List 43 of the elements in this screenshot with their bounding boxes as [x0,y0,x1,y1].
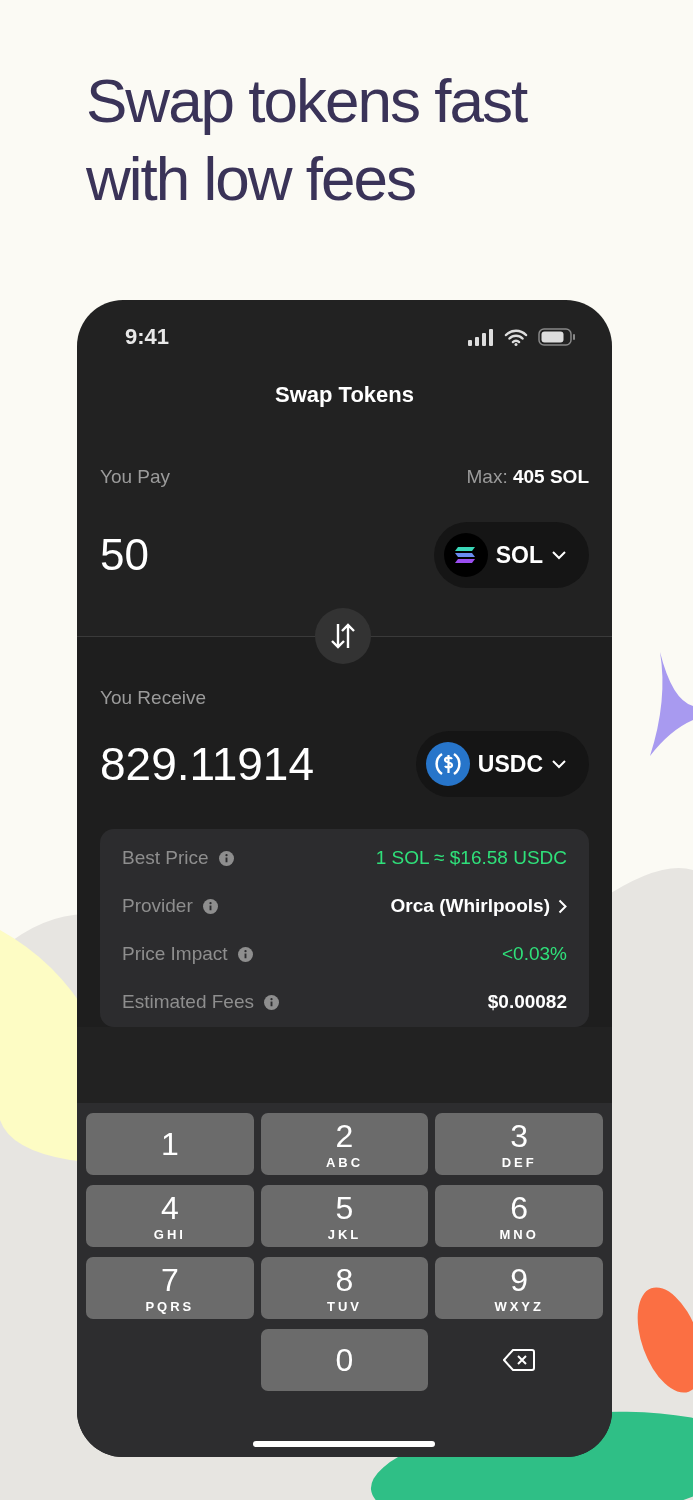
backspace-icon [503,1349,536,1371]
chevron-right-icon [558,898,567,914]
keypad-key[interactable]: 1 [86,1113,254,1175]
info-icon[interactable] [218,850,234,866]
detail-label: Price Impact [122,943,228,965]
detail-label: Provider [122,895,193,917]
battery-icon [538,328,576,346]
pay-label: You Pay [100,466,171,488]
detail-value: $0.00082 [487,991,567,1013]
keypad-key[interactable]: 0 [260,1329,429,1391]
token-logo-icon [425,742,470,786]
provider-link[interactable]: Orca (Whirlpools) [390,895,567,917]
receive-amount: 829.11914 [100,737,315,791]
wifi-icon [504,328,528,346]
keypad-key[interactable]: 5 JKL [260,1185,429,1247]
chevron-down-icon [551,759,567,769]
receive-label: You Receive [100,687,206,709]
headline: Swap tokens fast with low fees [86,65,527,215]
detail-value: <0.03% [502,943,567,965]
max-balance: Max: 405 SOL [466,466,589,488]
pay-amount[interactable]: 50 [100,530,149,580]
info-icon[interactable] [237,946,253,962]
keypad-key[interactable]: 3 DEF [435,1113,603,1175]
swap-arrows-icon [330,622,356,650]
chevron-down-icon [551,550,567,560]
keypad-key[interactable]: 2 ABC [260,1113,429,1175]
keypad-key[interactable]: 7 PQRS [86,1257,254,1319]
keypad-key[interactable]: 4 GHI [86,1185,254,1247]
keypad-key[interactable]: 9 WXYZ [435,1257,603,1319]
token-logo-icon [443,533,488,577]
keypad-key[interactable]: 8 TUV [260,1257,429,1319]
signal-icon [468,328,494,346]
detail-value: 1 SOL ≈ $16.58 USDC [375,847,567,869]
swap-direction-button[interactable] [315,608,371,664]
keypad-key[interactable]: 6 MNO [435,1185,603,1247]
detail-label: Estimated Fees [122,991,254,1013]
screen-title: Swap Tokens [274,382,415,408]
info-icon[interactable] [264,994,279,1010]
status-time: 9:41 [125,324,170,350]
token-selector[interactable]: USDC [415,731,589,797]
info-icon[interactable] [202,898,218,914]
token-selector[interactable]: SOL [433,522,589,588]
detail-label: Best Price [122,847,209,869]
